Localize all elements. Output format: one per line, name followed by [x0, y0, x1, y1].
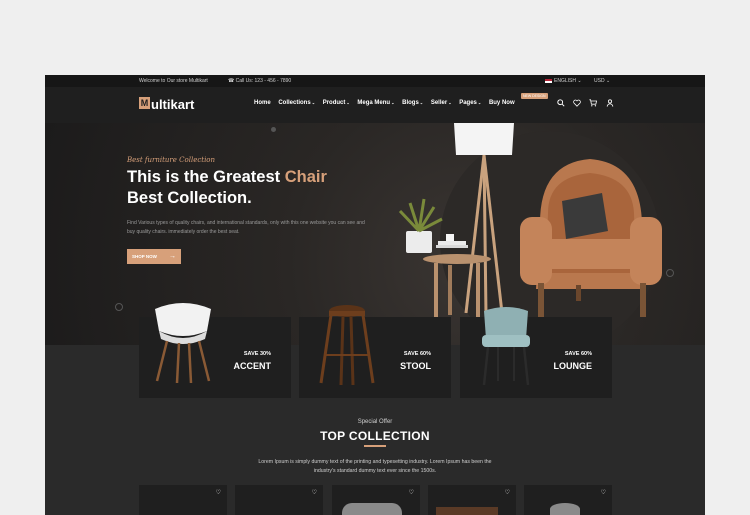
product-image — [436, 507, 498, 515]
nav-item-label: Collections — [278, 100, 311, 106]
chevron-down-icon: ⌄ — [577, 78, 582, 84]
category-card-lounge[interactable]: SAVE 60% LOUNGE — [460, 307, 612, 398]
chevron-down-icon: ⌄ — [605, 78, 611, 84]
nav-item-buy-now[interactable]: Buy Now — [489, 100, 515, 106]
product-image — [342, 503, 402, 515]
heart-icon[interactable]: ♡ — [505, 489, 510, 496]
welcome-text: Welcome to Our store Multikart — [139, 78, 208, 84]
chevron-down-icon: ⌄ — [311, 100, 316, 105]
chevron-down-icon: ⌄ — [448, 100, 452, 105]
chevron-down-icon: ⌄ — [346, 100, 350, 105]
category-discount: SAVE 60% — [403, 351, 431, 357]
currency-selector[interactable]: USD ⌄ — [594, 78, 610, 84]
lounge-chair-image — [482, 307, 530, 386]
chevron-down-icon: ⌄ — [477, 100, 482, 105]
language-selector[interactable]: ENGLISH ⌄ — [545, 78, 582, 84]
collection-description: Lorem Ipsum is simply dummy text of the … — [258, 459, 492, 474]
shop-now-button[interactable]: SHOP NOW → — [127, 249, 181, 264]
category-title: LOUNGE — [553, 361, 592, 371]
chevron-down-icon: ⌄ — [391, 100, 395, 105]
flag-icon — [545, 78, 552, 83]
heart-icon[interactable]: ♡ — [601, 489, 606, 496]
decor-dot — [115, 303, 123, 311]
hero-title-part1: This is the Greatest — [127, 168, 285, 186]
logo-mark: M — [139, 97, 150, 109]
nav-item-collections[interactable]: Collections⌄ — [278, 100, 315, 106]
product-card[interactable]: ♡ — [428, 485, 516, 515]
language-label: ENGLISH — [554, 78, 576, 84]
cart-icon[interactable] — [589, 99, 599, 109]
nav-item-label: Mega Menu — [357, 100, 391, 106]
nav-item-seller[interactable]: Seller⌄ — [431, 100, 452, 106]
category-discount: SAVE 60% — [564, 351, 592, 357]
product-card[interactable]: ♡ — [235, 485, 323, 515]
page-frame: Welcome to Our store Multikart ☎ Call Us… — [45, 75, 705, 515]
title-underline — [364, 445, 386, 447]
hero-title: This is the Greatest Chair Best Collecti… — [127, 167, 387, 209]
nav-item-label: Pages — [459, 100, 477, 106]
logo-text: ultikart — [151, 97, 195, 112]
heart-icon[interactable]: ♡ — [312, 489, 317, 496]
special-offer-label: Special Offer — [357, 419, 393, 425]
nav-item-label: Blogs — [402, 100, 419, 106]
main-nav: Multikart Home Collections⌄ Product⌄ Meg… — [45, 87, 705, 123]
category-cards: SAVE 30% ACCENT SAVE 60% STOOL SAVE 60% … — [45, 303, 705, 399]
nav-menu: Home Collections⌄ Product⌄ Mega Menu⌄ Bl… — [254, 100, 521, 106]
top-collection-title: TOP COLLECTION — [320, 429, 430, 443]
accent-chair-image — [155, 303, 211, 384]
call-label: Call Us: 123 - 456 - 7890 — [235, 78, 292, 84]
category-discount: SAVE 30% — [243, 351, 271, 357]
heart-icon[interactable]: ♡ — [409, 489, 414, 496]
nav-item-pages[interactable]: Pages⌄ — [459, 100, 481, 106]
phone-icon: ☎ — [228, 78, 236, 84]
call-text: ☎ Call Us: 123 - 456 - 7890 — [228, 78, 291, 84]
nav-item-label: Seller — [430, 100, 448, 106]
shop-now-label: SHOP NOW — [132, 254, 157, 259]
product-image — [550, 503, 580, 515]
nav-item-blogs[interactable]: Blogs⌄ — [402, 100, 423, 106]
category-title: STOOL — [400, 361, 431, 371]
top-bar: Welcome to Our store Multikart ☎ Call Us… — [45, 75, 705, 87]
hero-title-accent: Chair — [284, 168, 327, 186]
arrow-right-icon: → — [169, 253, 176, 260]
nav-item-product[interactable]: Product⌄ — [323, 100, 350, 106]
currency-label: USD — [594, 78, 605, 84]
nav-item-mega-menu[interactable]: Mega Menu⌄ — [357, 100, 394, 106]
category-card-stool[interactable]: SAVE 60% STOOL — [299, 305, 451, 398]
product-card[interactable]: ♡ — [524, 485, 612, 515]
decor-dot — [271, 127, 276, 132]
heart-icon[interactable] — [573, 99, 583, 109]
product-card[interactable]: ♡ — [332, 485, 420, 515]
header-icons — [557, 99, 620, 109]
new-badge: NEW DESIGN — [521, 93, 548, 99]
category-card-accent[interactable]: SAVE 30% ACCENT — [139, 303, 291, 398]
heart-icon[interactable]: ♡ — [216, 489, 221, 496]
nav-item-home[interactable]: Home — [254, 100, 271, 106]
search-icon[interactable] — [557, 99, 567, 109]
category-title: ACCENT — [233, 361, 272, 371]
hero-tagline: Best furniture Collection — [127, 156, 216, 164]
logo[interactable]: Multikart — [139, 97, 194, 112]
hero-title-part2: Best Collection. — [127, 189, 252, 207]
stool-image — [319, 305, 375, 386]
nav-item-label: Product — [322, 100, 346, 106]
hero-description: Find Various types of quality chairs, an… — [127, 220, 365, 235]
user-icon[interactable] — [606, 99, 614, 109]
product-card[interactable]: ♡ — [139, 485, 227, 515]
chevron-down-icon: ⌄ — [419, 100, 424, 105]
